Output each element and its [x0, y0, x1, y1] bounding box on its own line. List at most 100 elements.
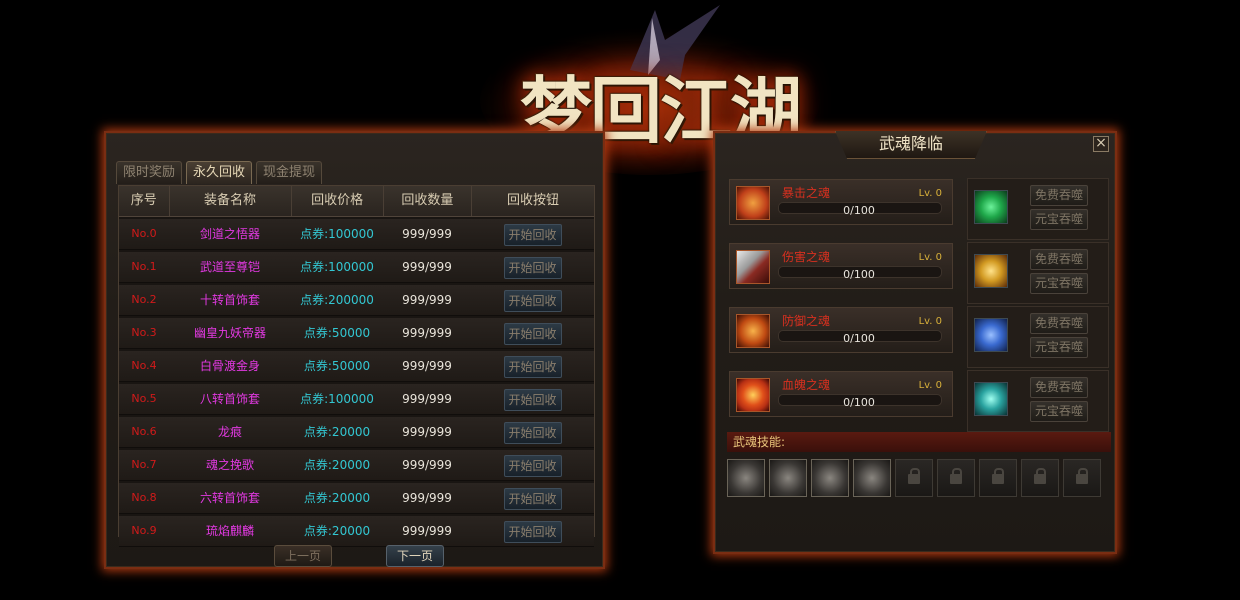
soul-row-crit[interactable]: 暴击之魂 Lv. 0 0/100 [729, 179, 953, 225]
start-recycle-button[interactable]: 开始回收 [503, 521, 562, 543]
skill-slot-2[interactable] [769, 459, 807, 497]
table-row: No.0 剑道之悟器 点券:100000 999/999 开始回收 [119, 219, 594, 250]
table-row: No.7 魂之挽歌 点券:20000 999/999 开始回收 [119, 450, 594, 481]
item-name: 魂之挽歌 [205, 458, 254, 472]
item-name: 武道至尊铠 [199, 260, 260, 274]
blood-soul-icon [736, 378, 770, 412]
devour-box: 免费吞噬 元宝吞噬 [967, 370, 1109, 432]
item-name: 剑道之悟器 [199, 227, 260, 241]
gold-devour-button[interactable]: 元宝吞噬 [1030, 337, 1088, 358]
soul-level: Lv. 0 [918, 316, 942, 327]
martial-soul-panel: 武魂降临 × 暴击之魂 Lv. 0 0/100 伤害之魂 Lv. 0 0/100… [713, 131, 1117, 554]
item-quantity: 999/999 [402, 458, 452, 472]
item-quantity: 999/999 [402, 359, 452, 373]
item-price: 点券:50000 [303, 326, 371, 340]
free-devour-button[interactable]: 免费吞噬 [1030, 249, 1088, 270]
table-row: No.9 琉焰麒麟 点券:20000 999/999 开始回收 [119, 516, 594, 547]
soul-progress-text: 0/100 [843, 332, 875, 345]
soul-level: Lv. 0 [918, 380, 942, 391]
table-row: No.8 六转首饰套 点券:20000 999/999 开始回收 [119, 483, 594, 514]
start-recycle-button[interactable]: 开始回收 [503, 488, 562, 510]
close-button[interactable]: × [1093, 136, 1109, 152]
item-quantity: 999/999 [402, 524, 452, 538]
row-index: No.6 [131, 425, 157, 438]
soul-level: Lv. 0 [918, 252, 942, 263]
soul-row-defense[interactable]: 防御之魂 Lv. 0 0/100 [729, 307, 953, 353]
item-quantity: 999/999 [402, 392, 452, 406]
tab-limited-reward[interactable]: 限时奖励 [116, 161, 183, 184]
row-index: No.1 [131, 260, 157, 273]
gold-devour-button[interactable]: 元宝吞噬 [1030, 209, 1088, 230]
col-header-quantity: 回收数量 [384, 186, 473, 216]
free-devour-button[interactable]: 免费吞噬 [1030, 185, 1088, 206]
start-recycle-button[interactable]: 开始回收 [503, 455, 562, 477]
damage-soul-icon [736, 250, 770, 284]
start-recycle-button[interactable]: 开始回收 [503, 323, 562, 345]
tab-permanent-recycle[interactable]: 永久回收 [186, 161, 253, 184]
tab-cash-withdraw[interactable]: 现金提现 [256, 161, 323, 184]
item-quantity: 999/999 [402, 326, 452, 340]
soul-name: 防御之魂 [782, 314, 831, 328]
free-devour-button[interactable]: 免费吞噬 [1030, 377, 1088, 398]
item-name: 白骨渡金身 [199, 359, 260, 373]
soul-name: 暴击之魂 [782, 186, 831, 200]
skill-slot-4[interactable] [853, 459, 891, 497]
free-devour-button[interactable]: 免费吞噬 [1030, 313, 1088, 334]
item-price: 点券:200000 [300, 293, 374, 307]
row-index: No.8 [131, 491, 157, 504]
recycle-panel: 限时奖励 永久回收 现金提现 序号 装备名称 回收价格 回收数量 回收按钮 No… [104, 131, 605, 569]
recycle-tabs: 限时奖励 永久回收 现金提现 [116, 161, 323, 184]
start-recycle-button[interactable]: 开始回收 [503, 422, 562, 444]
recycle-table: 序号 装备名称 回收价格 回收数量 回收按钮 No.0 剑道之悟器 点券:100… [118, 185, 595, 547]
item-quantity: 999/999 [402, 425, 452, 439]
row-index: No.3 [131, 326, 157, 339]
teal-swirl-icon[interactable] [974, 382, 1008, 416]
soul-row-damage[interactable]: 伤害之魂 Lv. 0 0/100 [729, 243, 953, 289]
row-index: No.7 [131, 458, 157, 471]
lock-icon [950, 468, 962, 484]
item-quantity: 999/999 [402, 293, 452, 307]
item-price: 点券:50000 [303, 359, 371, 373]
skill-slot-1[interactable] [727, 459, 765, 497]
prev-page-button[interactable]: 上一页 [274, 545, 332, 567]
item-quantity: 999/999 [402, 491, 452, 505]
start-recycle-button[interactable]: 开始回收 [503, 356, 562, 378]
devour-box: 免费吞噬 元宝吞噬 [967, 242, 1109, 304]
gold-bead-icon[interactable] [974, 254, 1008, 288]
gold-devour-button[interactable]: 元宝吞噬 [1030, 401, 1088, 422]
soul-row-blood[interactable]: 血魄之魂 Lv. 0 0/100 [729, 371, 953, 417]
item-name: 幽皇九妖帝器 [193, 326, 266, 340]
blue-crystal-icon[interactable] [974, 318, 1008, 352]
lock-icon [1034, 468, 1046, 484]
soul-level: Lv. 0 [918, 188, 942, 199]
skill-slot-3[interactable] [811, 459, 849, 497]
item-name: 琉焰麒麟 [205, 524, 254, 538]
devour-box: 免费吞噬 元宝吞噬 [967, 306, 1109, 368]
soul-name: 血魄之魂 [782, 378, 831, 392]
gold-devour-button[interactable]: 元宝吞噬 [1030, 273, 1088, 294]
table-row: No.4 白骨渡金身 点券:50000 999/999 开始回收 [119, 351, 594, 382]
locked-skill-slot [895, 459, 933, 497]
start-recycle-button[interactable]: 开始回收 [503, 257, 562, 279]
green-orb-icon[interactable] [974, 190, 1008, 224]
table-row: No.2 十转首饰套 点券:200000 999/999 开始回收 [119, 285, 594, 316]
start-recycle-button[interactable]: 开始回收 [503, 224, 562, 246]
row-index: No.4 [131, 359, 157, 372]
start-recycle-button[interactable]: 开始回收 [503, 389, 562, 411]
item-quantity: 999/999 [402, 260, 452, 274]
item-price: 点券:20000 [303, 524, 371, 538]
lock-icon [992, 468, 1004, 484]
soul-name: 伤害之魂 [782, 250, 831, 264]
row-index: No.0 [131, 227, 157, 240]
soul-progress-text: 0/100 [843, 204, 875, 217]
locked-skill-slot [1063, 459, 1101, 497]
item-price: 点券:20000 [303, 458, 371, 472]
panel-title: 武魂降临 [835, 131, 987, 159]
soul-skills-label: 武魂技能: [727, 432, 1111, 452]
next-page-button[interactable]: 下一页 [386, 545, 444, 567]
table-row: No.1 武道至尊铠 点券:100000 999/999 开始回收 [119, 252, 594, 283]
start-recycle-button[interactable]: 开始回收 [503, 290, 562, 312]
row-index: No.5 [131, 392, 157, 405]
soul-skills-row [727, 459, 1107, 499]
item-price: 点券:100000 [300, 227, 374, 241]
